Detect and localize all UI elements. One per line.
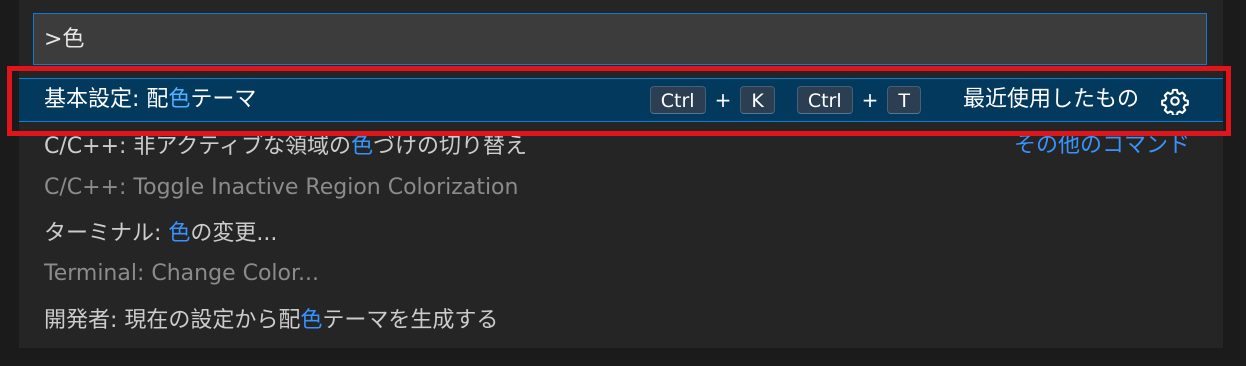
screen: >色 基本設定: 配色テーマ Ctrl + K Ctrl + T 最近使用したも… [0, 0, 1246, 366]
label-suffix: の変更... [190, 221, 278, 246]
key-plus: + [714, 88, 732, 112]
command-label: 開発者: 現在の設定から配色テーマを生成する [44, 299, 498, 343]
command-item-detail: C/C++: Toggle Inactive Region Colorizati… [19, 166, 1223, 210]
command-label: C/C++: 非アクティブな領域の色づけの切り替え [44, 125, 527, 169]
command-label: ターミナル: 色の変更... [44, 212, 277, 256]
key-ctrl: Ctrl [649, 86, 706, 114]
match-highlight: 色 [300, 308, 323, 333]
other-commands-label: その他のコマンド [1013, 133, 1190, 158]
key-k: K [740, 86, 775, 114]
command-label: 基本設定: 配色テーマ [44, 79, 256, 121]
label-suffix: テーマ [190, 87, 257, 112]
match-highlight: 色 [168, 87, 191, 112]
label-prefix: C/C++: 非アクティブな領域の [44, 134, 351, 159]
command-item[interactable]: ターミナル: 色の変更... [19, 212, 1223, 256]
label-prefix: ターミナル: [44, 221, 169, 246]
key-plus: + [861, 88, 879, 112]
key-t: T [887, 86, 921, 114]
label-prefix: 開発者: 現在の設定から配 [44, 308, 301, 333]
command-detail: C/C++: Toggle Inactive Region Colorizati… [44, 175, 519, 200]
command-item[interactable]: 開発者: 現在の設定から配色テーマを生成する [19, 299, 1223, 343]
command-detail: Terminal: Change Color... [44, 261, 319, 286]
match-highlight: 色 [351, 134, 374, 159]
command-item-detail: Terminal: Change Color... [19, 252, 1223, 296]
command-search-input[interactable]: >色 [33, 13, 1207, 65]
label-prefix: 基本設定: 配 [44, 87, 169, 112]
match-highlight: 色 [168, 221, 191, 246]
recently-used-badge: 最近使用したもの [962, 87, 1139, 112]
gear-icon[interactable] [1161, 87, 1189, 115]
key-ctrl: Ctrl [796, 86, 853, 114]
label-suffix: づけの切り替え [373, 134, 528, 159]
keybinding: Ctrl + K Ctrl + T [649, 79, 921, 121]
label-suffix: テーマを生成する [322, 308, 499, 333]
command-item-selected[interactable]: 基本設定: 配色テーマ Ctrl + K Ctrl + T 最近使用したもの [19, 78, 1223, 122]
